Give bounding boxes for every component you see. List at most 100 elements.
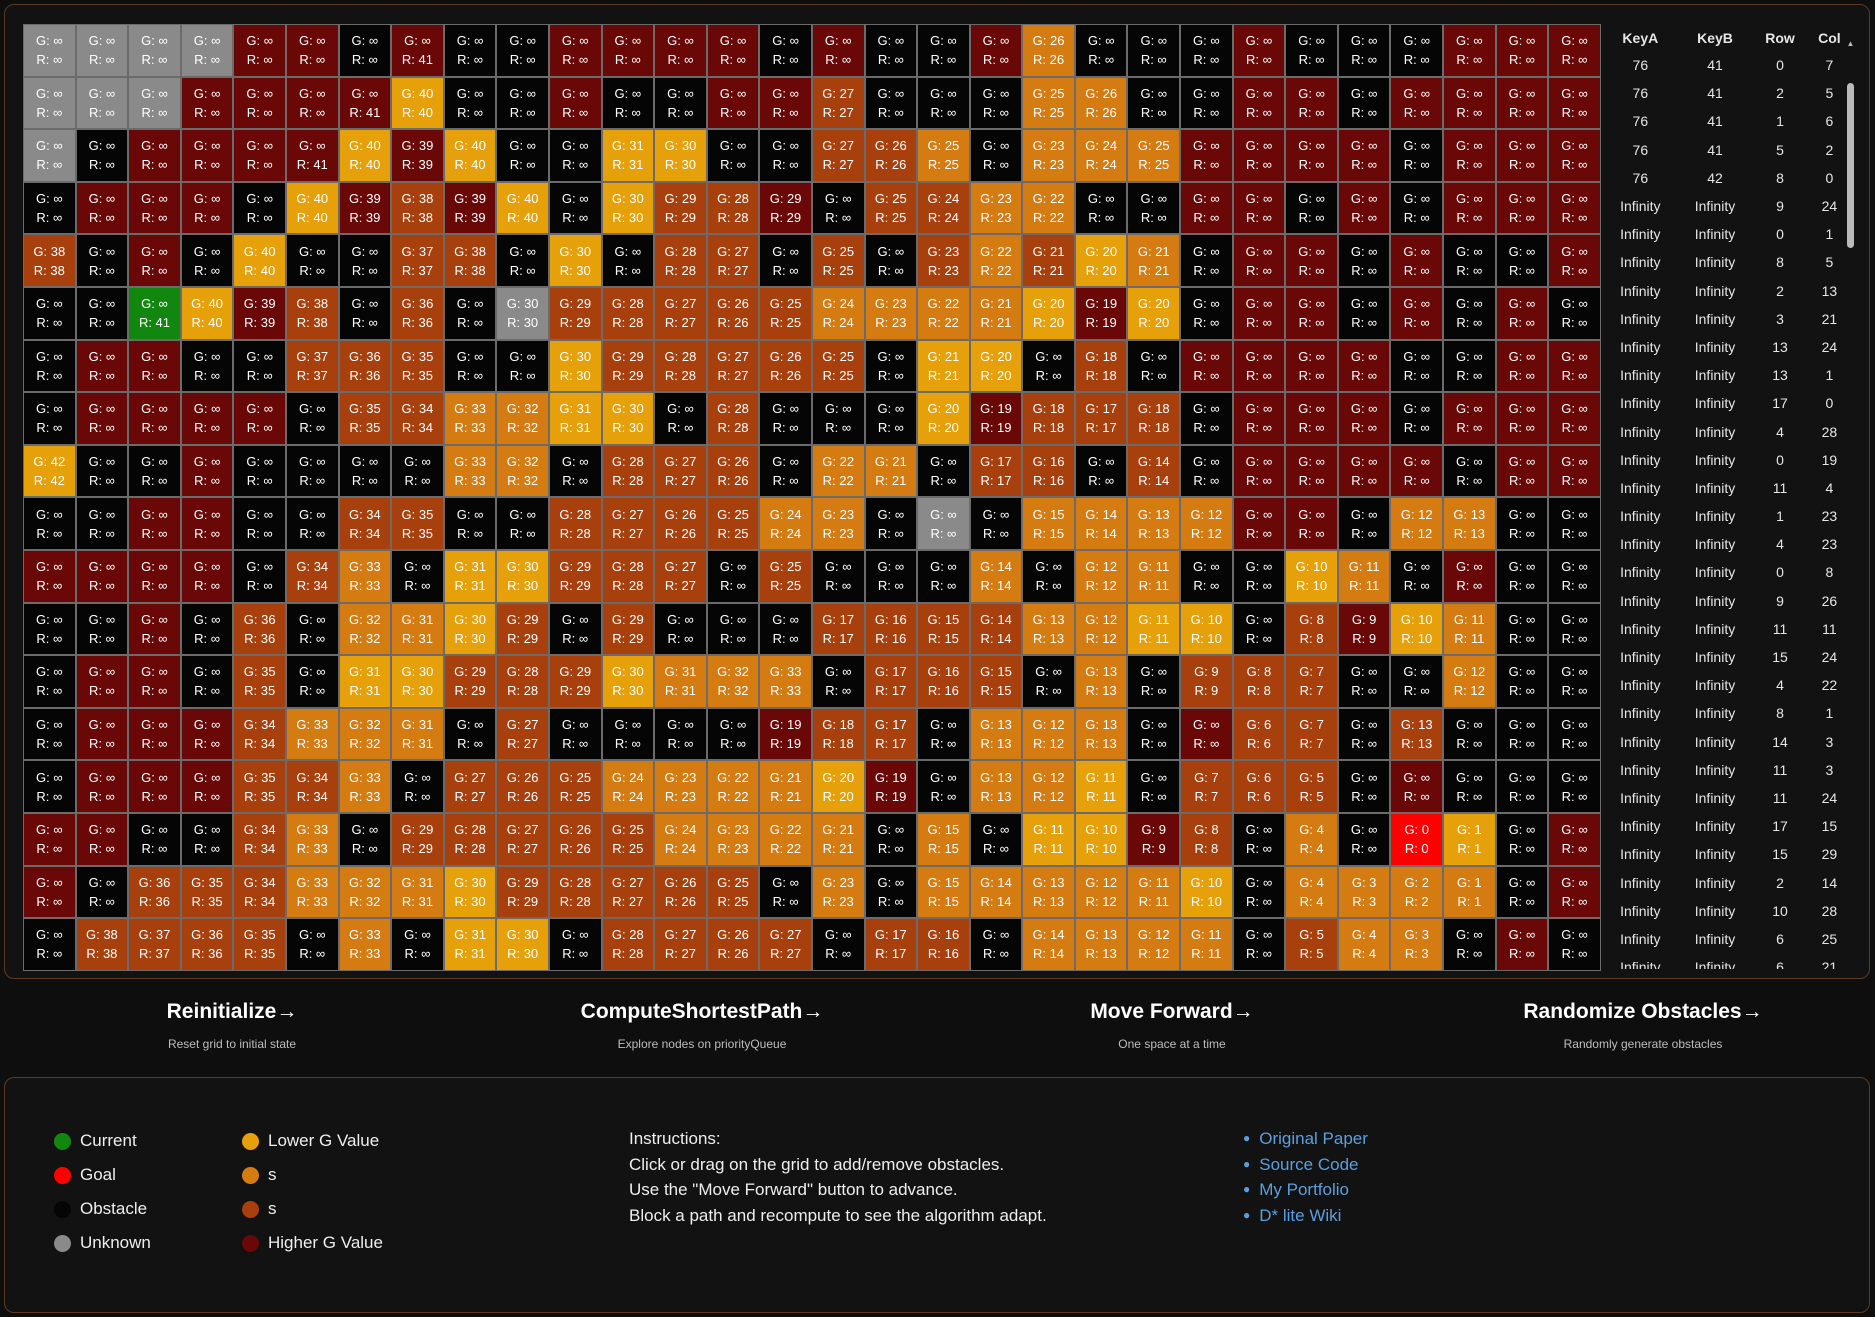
- grid-cell[interactable]: G: ∞ R: ∞: [1443, 339, 1496, 393]
- grid-cell[interactable]: G: 29 R: 29: [496, 602, 549, 656]
- grid-cell[interactable]: G: 23 R: 23: [654, 760, 707, 813]
- grid-cell[interactable]: G: ∞ R: ∞: [128, 444, 181, 498]
- grid-cell[interactable]: G: 19 R: 19: [864, 760, 918, 813]
- grid-cell[interactable]: G: ∞ R: ∞: [759, 444, 812, 498]
- grid-cell[interactable]: G: ∞ R: ∞: [1337, 339, 1391, 393]
- grid-cell[interactable]: G: 26 R: 26: [1074, 76, 1128, 130]
- grid-cell[interactable]: G: 33 R: 33: [759, 655, 812, 708]
- grid-cell[interactable]: G: ∞ R: ∞: [180, 549, 234, 603]
- grid-cell[interactable]: G: ∞ R: ∞: [1548, 549, 1601, 603]
- grid-cell[interactable]: G: 37 R: 37: [128, 918, 181, 971]
- grid-cell[interactable]: G: 42 R: 42: [23, 444, 76, 498]
- grid-cell[interactable]: G: ∞ R: ∞: [128, 707, 181, 761]
- grid-cell[interactable]: G: ∞ R: ∞: [1495, 339, 1549, 393]
- grid-cell[interactable]: G: ∞ R: ∞: [23, 286, 76, 340]
- grid-cell[interactable]: G: 26 R: 26: [706, 444, 760, 498]
- grid-cell[interactable]: G: 25 R: 25: [917, 129, 970, 182]
- grid-cell[interactable]: G: ∞ R: ∞: [1180, 129, 1233, 182]
- grid-cell[interactable]: G: 4 R: 4: [1285, 812, 1338, 866]
- grid-cell[interactable]: G: 23 R: 23: [864, 286, 918, 340]
- grid-cell[interactable]: G: ∞ R: ∞: [75, 76, 129, 130]
- grid-cell[interactable]: G: ∞ R: ∞: [1232, 549, 1286, 603]
- grid-cell[interactable]: G: 31 R: 31: [654, 655, 707, 708]
- grid-cell[interactable]: G: ∞ R: ∞: [917, 76, 970, 130]
- grid-cell[interactable]: G: ∞ R: ∞: [1390, 76, 1444, 130]
- grid-cell[interactable]: G: ∞ R: ∞: [443, 707, 497, 761]
- grid-cell[interactable]: G: 11 R: 11: [1443, 602, 1496, 656]
- grid-cell[interactable]: G: 10 R: 10: [1074, 812, 1128, 866]
- grid-cell[interactable]: G: ∞ R: ∞: [1285, 181, 1338, 235]
- grid-cell[interactable]: G: 25 R: 25: [548, 760, 602, 813]
- grid-cell[interactable]: G: ∞ R: ∞: [285, 444, 339, 498]
- grid-cell[interactable]: G: 13 R: 13: [969, 760, 1023, 813]
- grid-cell[interactable]: G: ∞ R: ∞: [759, 865, 812, 919]
- reinitialize-button[interactable]: Reinitialize→ Reset grid to initial stat…: [132, 1000, 332, 1051]
- grid-cell[interactable]: G: 22 R: 22: [1022, 181, 1075, 235]
- grid-cell[interactable]: G: 30 R: 30: [654, 129, 707, 182]
- grid-cell[interactable]: G: ∞ R: ∞: [864, 76, 918, 130]
- grid-cell[interactable]: G: ∞ R: ∞: [1232, 286, 1286, 340]
- grid-cell[interactable]: G: ∞ R: ∞: [1337, 76, 1391, 130]
- grid-cell[interactable]: G: 40 R: 40: [391, 76, 444, 130]
- grid-cell[interactable]: G: ∞ R: ∞: [23, 918, 76, 971]
- grid-cell[interactable]: G: 17 R: 17: [811, 602, 865, 656]
- grid-cell[interactable]: G: ∞ R: ∞: [1495, 865, 1549, 919]
- grid-cell[interactable]: G: 12 R: 12: [1074, 549, 1128, 603]
- grid-cell[interactable]: G: 32 R: 32: [496, 392, 549, 445]
- grid-cell[interactable]: G: ∞ R: ∞: [75, 602, 129, 656]
- grid-cell[interactable]: G: 40 R: 40: [285, 181, 339, 235]
- grid-cell[interactable]: G: 3 R: 3: [1337, 865, 1391, 919]
- grid-cell[interactable]: G: 24 R: 24: [759, 497, 812, 550]
- grid-cell[interactable]: G: 9 R: 9: [1180, 655, 1233, 708]
- grid-cell[interactable]: G: 16 R: 16: [1022, 444, 1075, 498]
- grid-cell[interactable]: G: 30 R: 30: [601, 392, 655, 445]
- grid-cell[interactable]: G: ∞ R: ∞: [548, 707, 602, 761]
- grid-cell[interactable]: G: 23 R: 23: [811, 865, 865, 919]
- grid-cell[interactable]: G: 28 R: 28: [601, 444, 655, 498]
- grid-cell[interactable]: G: 17 R: 17: [864, 655, 918, 708]
- grid-cell[interactable]: G: ∞ R: ∞: [1443, 707, 1496, 761]
- grid-cell[interactable]: G: 35 R: 35: [233, 760, 286, 813]
- grid-cell[interactable]: G: ∞ R: ∞: [1495, 234, 1549, 287]
- grid-cell[interactable]: G: ∞ R: ∞: [233, 549, 286, 603]
- grid-cell[interactable]: G: 13 R: 13: [1074, 918, 1128, 971]
- grid-cell[interactable]: G: 18 R: 18: [1074, 339, 1128, 393]
- grid-cell[interactable]: G: ∞ R: ∞: [180, 760, 234, 813]
- grid-cell[interactable]: G: ∞ R: ∞: [443, 286, 497, 340]
- move-forward-button[interactable]: Move Forward→ One space at a time: [1072, 1000, 1272, 1051]
- grid-cell[interactable]: G: ∞ R: ∞: [759, 76, 812, 130]
- grid-cell[interactable]: G: ∞ R: ∞: [969, 497, 1023, 550]
- grid-cell[interactable]: G: 18 R: 18: [811, 707, 865, 761]
- grid-cell[interactable]: G: ∞ R: ∞: [759, 234, 812, 287]
- grid-cell[interactable]: G: ∞ R: ∞: [1495, 812, 1549, 866]
- grid-cell[interactable]: G: ∞ R: ∞: [128, 76, 181, 130]
- grid-cell[interactable]: G: 14 R: 14: [1074, 497, 1128, 550]
- grid-cell[interactable]: G: ∞ R: ∞: [548, 129, 602, 182]
- grid-cell[interactable]: G: ∞ R: ∞: [548, 444, 602, 498]
- grid-cell[interactable]: G: 28 R: 28: [601, 918, 655, 971]
- grid-cell[interactable]: G: 25 R: 25: [759, 286, 812, 340]
- grid-cell[interactable]: G: ∞ R: ∞: [75, 181, 129, 235]
- grid-cell[interactable]: G: 21 R: 21: [864, 444, 918, 498]
- grid-cell[interactable]: G: 8 R: 8: [1285, 602, 1338, 656]
- grid-cell[interactable]: G: 22 R: 22: [917, 286, 970, 340]
- grid-cell[interactable]: G: 17 R: 17: [864, 707, 918, 761]
- grid-cell[interactable]: G: ∞ R: ∞: [654, 707, 707, 761]
- grid-cell[interactable]: G: 24 R: 24: [601, 760, 655, 813]
- grid-cell[interactable]: G: ∞ R: ∞: [180, 497, 234, 550]
- grid-cell[interactable]: G: ∞ R: ∞: [601, 234, 655, 287]
- grid-cell[interactable]: G: ∞ R: ∞: [1390, 339, 1444, 393]
- grid-cell[interactable]: G: ∞ R: ∞: [1390, 234, 1444, 287]
- grid-cell[interactable]: G: ∞ R: ∞: [23, 655, 76, 708]
- grid-cell[interactable]: G: 35 R: 35: [338, 392, 392, 445]
- grid-cell[interactable]: G: ∞ R: ∞: [1495, 181, 1549, 235]
- grid-cell[interactable]: G: ∞ R: ∞: [1127, 24, 1181, 77]
- grid-cell[interactable]: G: 25 R: 25: [706, 497, 760, 550]
- dstar-wiki-link[interactable]: D* lite Wiki: [1259, 1203, 1341, 1229]
- grid-cell[interactable]: G: 25 R: 25: [759, 549, 812, 603]
- grid-cell[interactable]: G: 40 R: 40: [338, 129, 392, 182]
- grid-cell[interactable]: G: 22 R: 22: [706, 760, 760, 813]
- grid-cell[interactable]: G: 27 R: 27: [654, 286, 707, 340]
- grid-cell[interactable]: G: ∞ R: 41: [391, 24, 444, 77]
- grid-cell[interactable]: G: ∞ R: ∞: [128, 392, 181, 445]
